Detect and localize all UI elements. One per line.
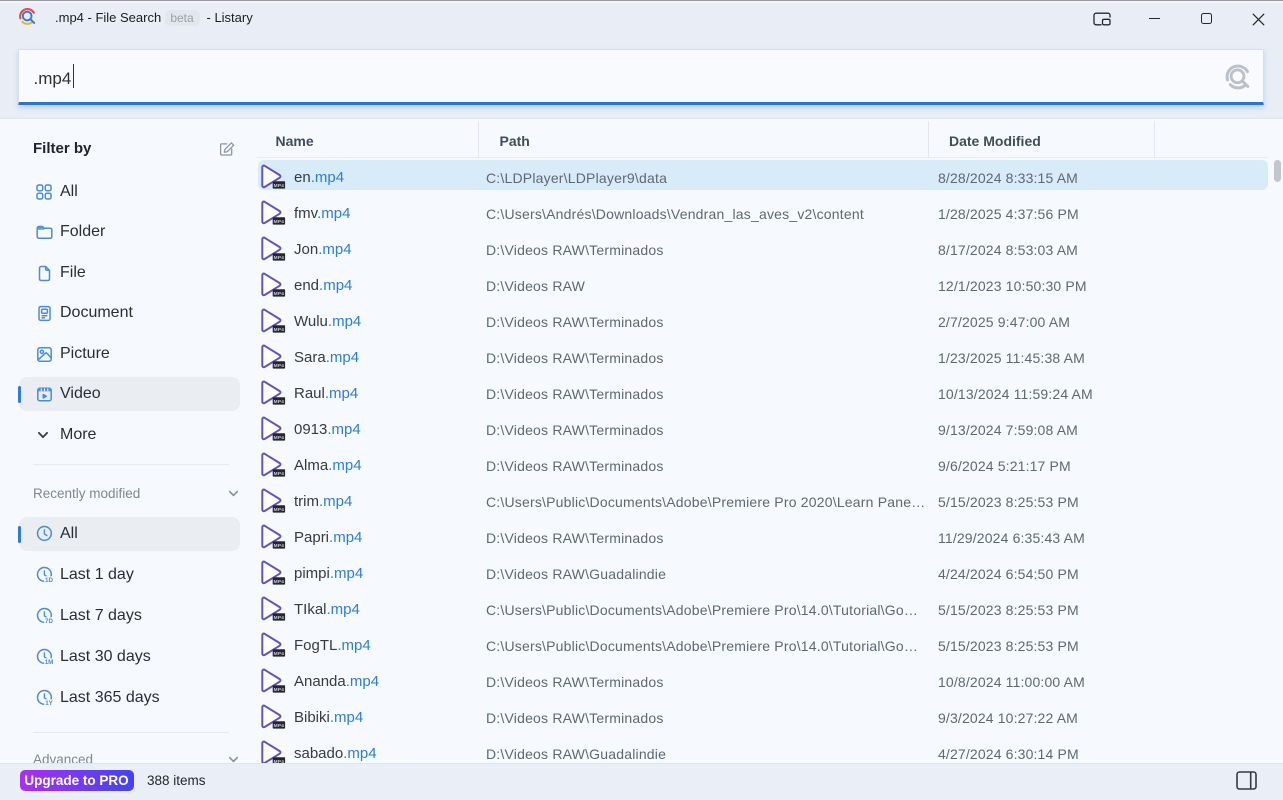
svg-text:MP4: MP4 [273,362,284,368]
svg-text:MP4: MP4 [273,542,284,548]
svg-text:MP4: MP4 [273,470,284,476]
svg-text:1M: 1M [45,659,54,666]
svg-text:MP4: MP4 [273,398,284,404]
svg-text:MP4: MP4 [273,434,284,440]
svg-text:1D: 1D [45,577,53,584]
svg-text:MP4: MP4 [273,614,284,620]
svg-text:MP4: MP4 [273,650,284,656]
svg-text:MP4: MP4 [273,218,284,224]
svg-text:MP4: MP4 [273,506,284,512]
svg-text:MP4: MP4 [273,686,284,692]
svg-text:7D: 7D [45,618,53,625]
svg-text:MP4: MP4 [273,722,284,728]
svg-text:MP4: MP4 [273,326,284,332]
svg-text:MP4: MP4 [273,254,284,260]
svg-text:MP4: MP4 [273,578,284,584]
svg-text:1Y: 1Y [45,700,53,707]
svg-text:MP4: MP4 [273,290,284,296]
svg-text:MP4: MP4 [273,182,284,188]
